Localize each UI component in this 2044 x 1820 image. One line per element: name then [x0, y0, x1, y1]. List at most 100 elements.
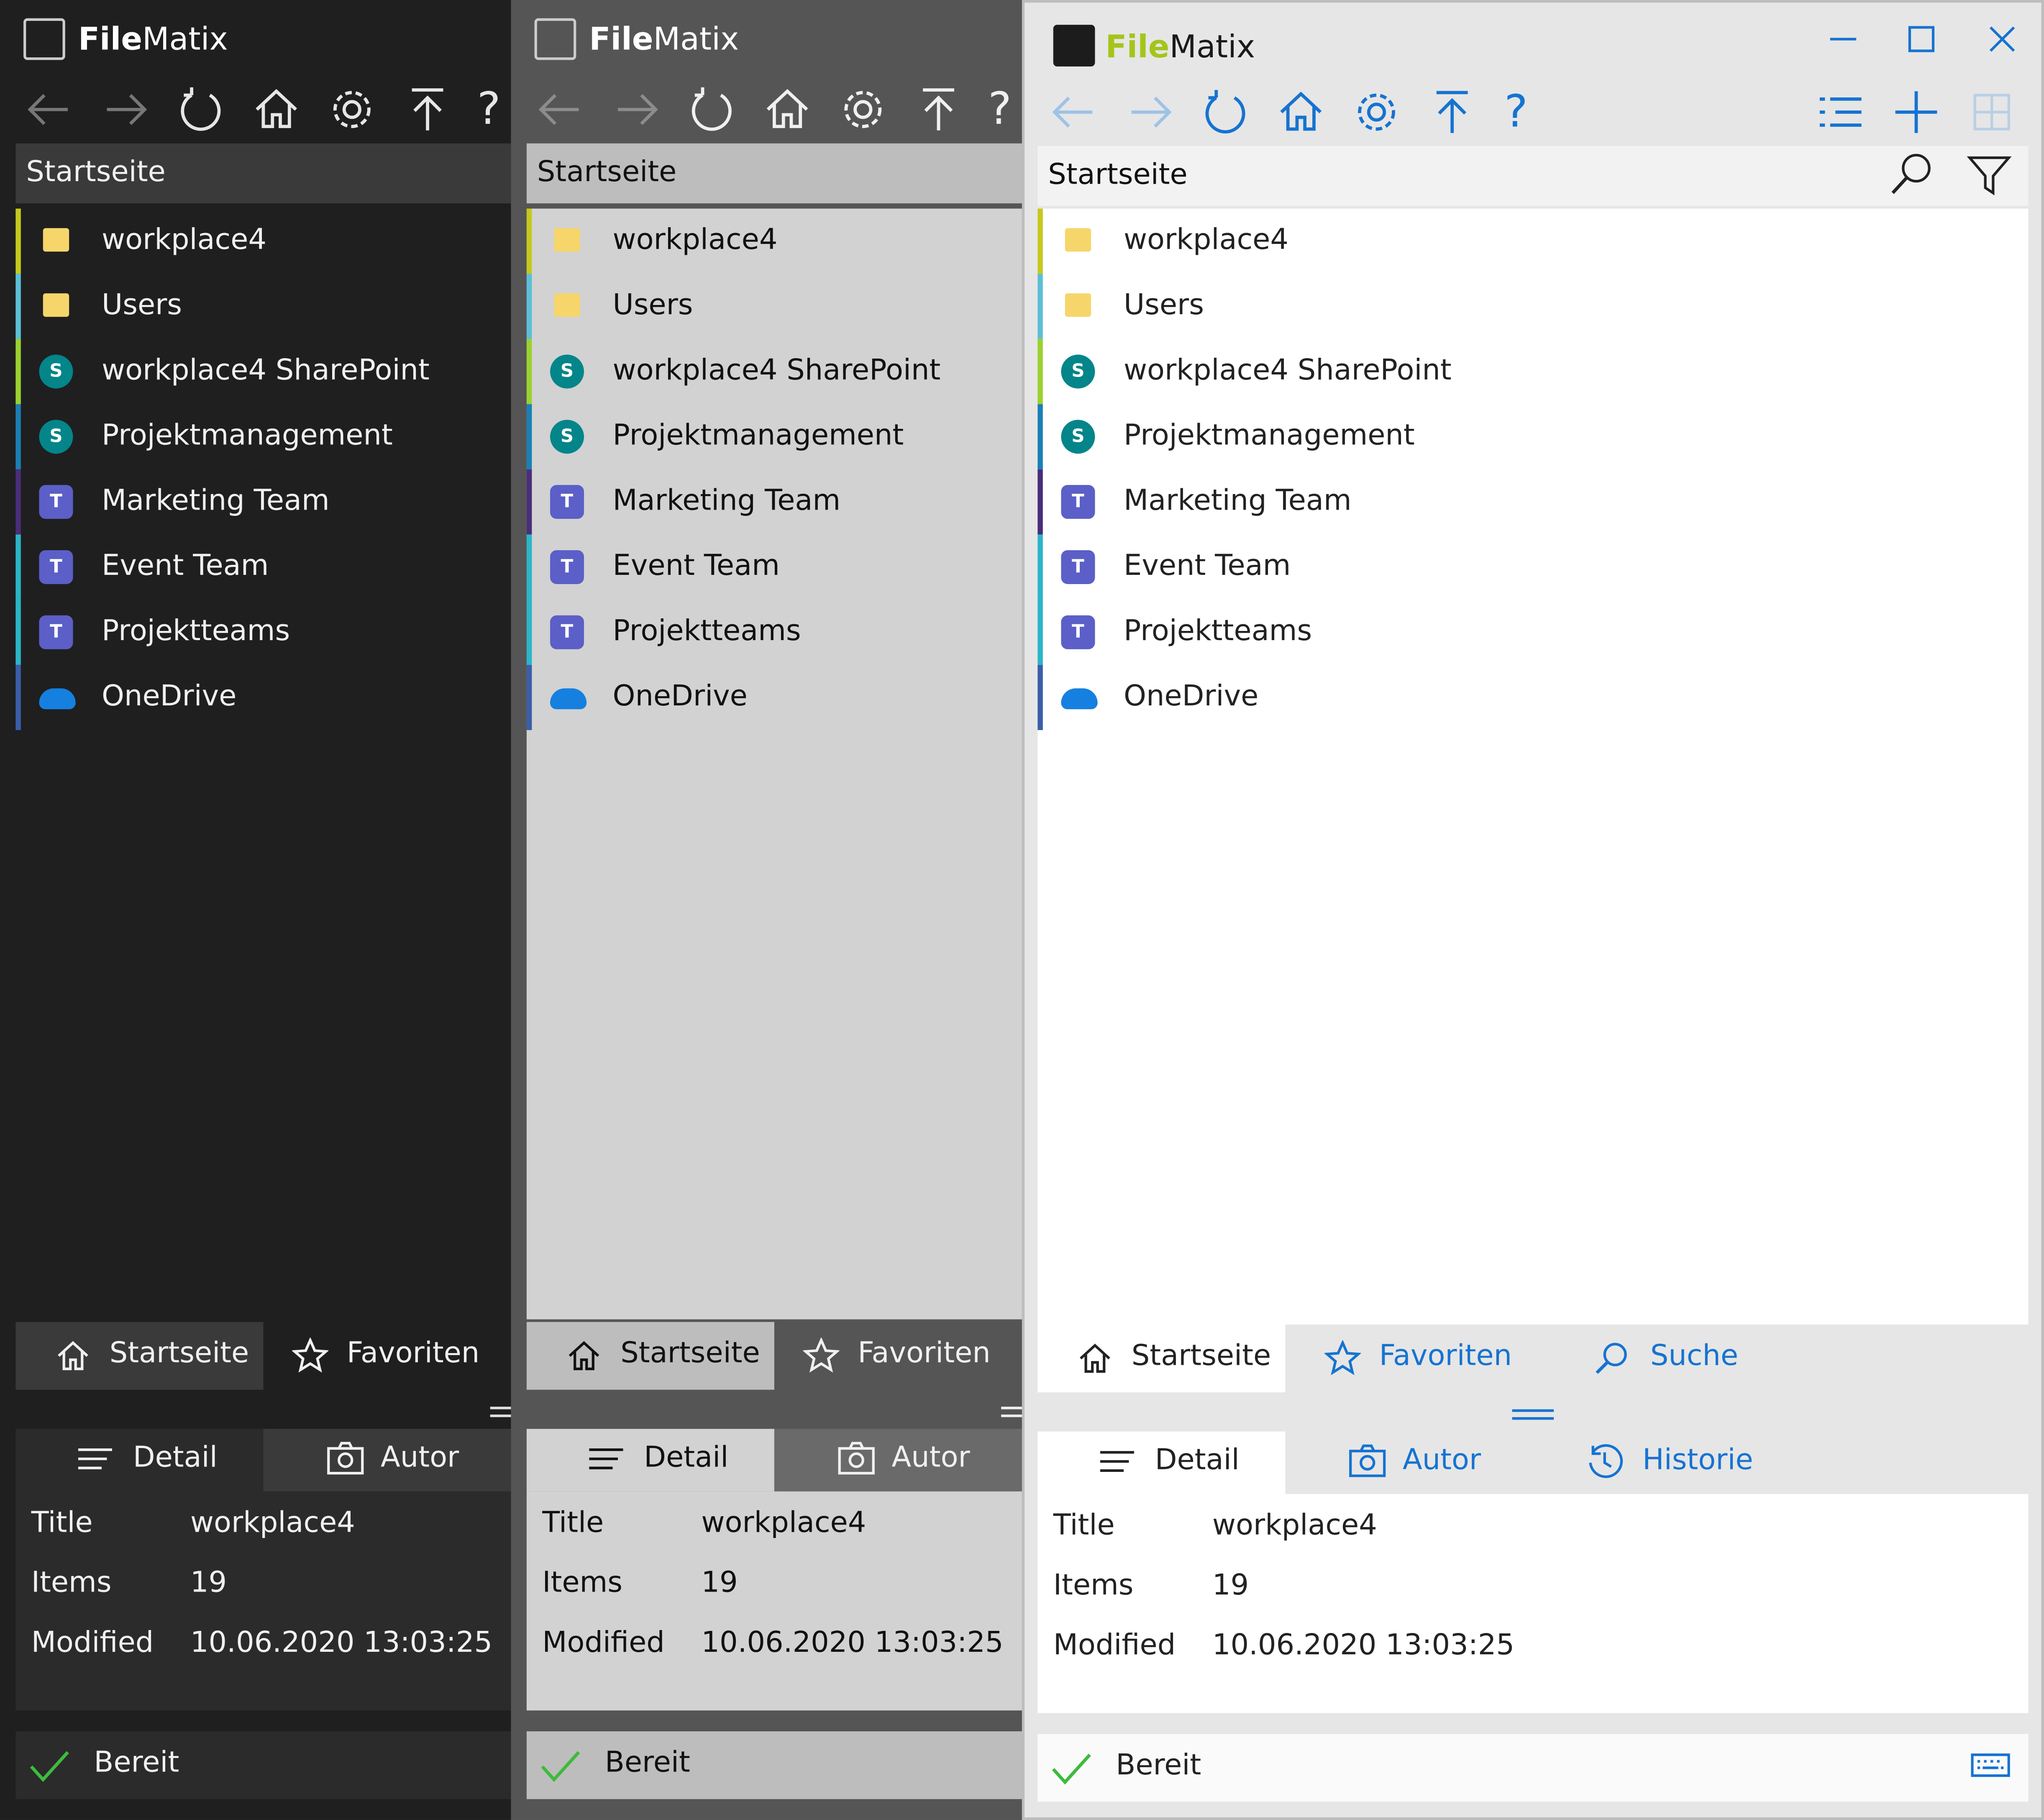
list-item[interactable]: workplace4 — [1037, 208, 2028, 274]
refresh-icon[interactable] — [175, 83, 227, 136]
maximize-icon[interactable] — [1901, 18, 1942, 60]
app-logo-icon — [534, 18, 576, 60]
back-icon[interactable] — [23, 83, 76, 136]
teams-icon: T — [1061, 615, 1095, 649]
list-item[interactable]: S Projektmanagement — [15, 404, 511, 469]
status-text: Bereit — [604, 1747, 690, 1780]
home-icon[interactable] — [761, 83, 814, 136]
status-text: Bereit — [94, 1747, 179, 1780]
home-icon[interactable] — [1275, 86, 1327, 138]
list-item[interactable]: Users — [526, 274, 1022, 339]
forward-icon[interactable] — [610, 83, 662, 136]
refresh-icon[interactable] — [1199, 86, 1252, 138]
filter-icon[interactable] — [1966, 151, 2013, 198]
star-icon — [292, 1338, 329, 1374]
add-icon[interactable] — [1890, 86, 1942, 138]
gray-theme-window: FileMatix ? Startseite workplace4 Users … — [511, 0, 1022, 1820]
upload-icon[interactable] — [402, 83, 454, 136]
location-list: workplace4 Users Sworkplace4 SharePoint … — [526, 208, 1022, 1320]
detail-row-modified: Modified 10.06.2020 13:03:25 — [1053, 1630, 1515, 1662]
tab-favorites[interactable]: Favoriten — [263, 1322, 511, 1390]
help-icon[interactable]: ? — [988, 83, 1022, 136]
app-title: FileMatix — [78, 21, 228, 58]
detail-row-items: Items 19 — [542, 1567, 738, 1600]
back-icon[interactable] — [535, 83, 587, 136]
refresh-icon[interactable] — [686, 83, 738, 136]
tab-author[interactable]: Autor — [263, 1429, 511, 1492]
upload-icon[interactable] — [912, 83, 965, 136]
list-item[interactable]: T Projektteams — [15, 600, 511, 665]
list-item[interactable]: T Marketing Team — [526, 469, 1022, 535]
close-icon[interactable] — [1981, 18, 2023, 60]
list-item[interactable]: T Event Team — [526, 534, 1022, 600]
help-icon[interactable]: ? — [1504, 86, 1557, 138]
list-item[interactable]: T Event Team — [15, 534, 511, 600]
forward-icon[interactable] — [1124, 86, 1176, 138]
teams-icon: T — [39, 550, 73, 584]
list-item[interactable]: T Projektteams — [1037, 600, 2028, 665]
folder-icon — [1065, 228, 1091, 252]
tab-author[interactable]: Autor — [1285, 1431, 1533, 1494]
list-item[interactable]: OneDrive — [15, 665, 511, 730]
folder-icon — [43, 293, 69, 317]
list-view-icon[interactable] — [1814, 86, 1867, 138]
page-title: Startseite — [1048, 159, 1188, 192]
grid-view-icon[interactable] — [1966, 86, 2018, 138]
forward-icon[interactable] — [99, 83, 151, 136]
list-item[interactable]: T Marketing Team — [15, 469, 511, 535]
tab-home[interactable]: Startseite — [15, 1322, 264, 1390]
sharepoint-icon: S — [1061, 354, 1095, 389]
folder-icon — [554, 228, 580, 252]
splitter-handle[interactable] — [1512, 1408, 1554, 1421]
camera-icon — [1348, 1442, 1387, 1481]
settings-icon[interactable] — [1350, 86, 1403, 138]
sharepoint-icon: S — [550, 354, 584, 389]
sharepoint-icon: S — [39, 354, 73, 389]
detail-lines-icon — [1098, 1442, 1137, 1481]
list-item[interactable]: OneDrive — [1037, 665, 2028, 730]
help-icon[interactable]: ? — [477, 83, 511, 136]
list-item[interactable]: T Projektteams — [526, 600, 1022, 665]
tab-detail[interactable]: Detail — [526, 1429, 774, 1492]
tab-favorites[interactable]: Favoriten — [1285, 1325, 1533, 1392]
tab-favorites[interactable]: Favoriten — [774, 1322, 1022, 1390]
detail-row-modified: Modified 10.06.2020 13:03:25 — [542, 1627, 1004, 1660]
list-item[interactable]: S Projektmanagement — [1037, 404, 2028, 469]
list-item[interactable]: Users — [1037, 274, 2028, 339]
detail-row-items: Items 19 — [1053, 1569, 1249, 1602]
search-icon[interactable] — [1888, 151, 1934, 198]
home-icon[interactable] — [250, 83, 302, 136]
list-item[interactable]: T Event Team — [1037, 534, 2028, 600]
tab-detail[interactable]: Detail — [15, 1429, 264, 1492]
list-item[interactable]: S Projektmanagement — [526, 404, 1022, 469]
list-item[interactable]: Sworkplace4 SharePoint — [1037, 339, 2028, 404]
list-item[interactable]: Sworkplace4 SharePoint — [526, 339, 1022, 404]
tab-home[interactable]: Startseite — [1037, 1324, 1286, 1392]
list-item[interactable]: OneDrive — [526, 665, 1022, 730]
search-icon — [1593, 1340, 1629, 1377]
list-item[interactable]: Users — [15, 274, 511, 339]
list-item[interactable]: workplace4 — [526, 208, 1022, 274]
settings-icon[interactable] — [326, 83, 378, 136]
tab-history[interactable]: Historie — [1533, 1431, 1780, 1494]
minimize-icon[interactable] — [1822, 18, 1864, 60]
tab-detail[interactable]: Detail — [1037, 1431, 1286, 1494]
splitter-handle[interactable] — [1001, 1405, 1022, 1418]
keyboard-icon[interactable] — [1971, 1750, 2010, 1781]
settings-icon[interactable] — [837, 83, 889, 136]
detail-row-title: Title workplace4 — [31, 1507, 355, 1540]
list-item[interactable]: Sworkplace4 SharePoint — [15, 339, 511, 404]
list-item[interactable]: T Marketing Team — [1037, 469, 2028, 535]
upload-icon[interactable] — [1426, 86, 1478, 138]
list-item[interactable]: workplace4 — [15, 208, 511, 274]
tab-home[interactable]: Startseite — [526, 1322, 774, 1390]
detail-tabs: Detail Autor Historie — [1037, 1431, 2028, 1494]
back-icon[interactable] — [1048, 86, 1100, 138]
tab-search[interactable]: Suche — [1533, 1325, 1780, 1392]
teams-icon: T — [550, 615, 584, 649]
home-icon — [566, 1338, 602, 1374]
home-icon — [55, 1338, 91, 1374]
tab-author[interactable]: Autor — [774, 1429, 1022, 1492]
splitter-handle[interactable] — [490, 1405, 511, 1418]
status-text: Bereit — [1116, 1749, 1201, 1782]
